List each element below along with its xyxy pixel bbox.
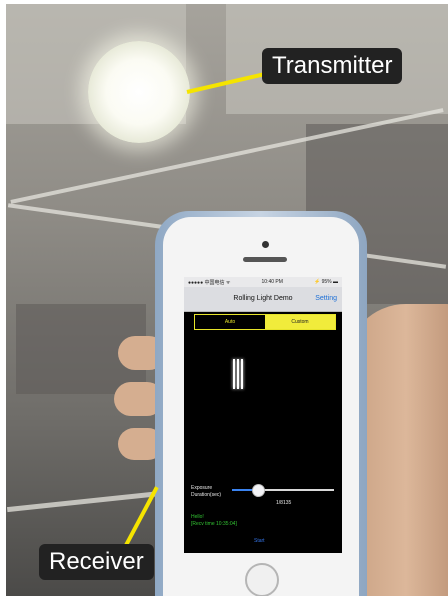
exposure-label: Exposure Duration(sec) <box>191 485 221 499</box>
exposure-label-text: Exposure Duration(sec) <box>191 485 222 498</box>
transmitter-callout: Transmitter <box>262 48 403 84</box>
speaker-grille <box>243 257 287 262</box>
status-line: [Recv time 10:35:04] <box>191 521 237 527</box>
nav-bar: Rolling Light Demo Setting <box>184 287 342 312</box>
phone-screen: ●●●●● 中国电信 ᯤ 10:40 PM ⚡ 95% ▬ Rolling Li… <box>184 277 342 553</box>
rolling-light-stripes <box>233 359 245 389</box>
clock-text: 10:40 PM <box>261 279 283 285</box>
status-line: Hello! <box>191 514 204 520</box>
exposure-value: 1/8135 <box>276 500 292 506</box>
carrier-text: ●●●●● 中国电信 ᯤ <box>188 279 231 286</box>
phone: ●●●●● 中国电信 ᯤ 10:40 PM ⚡ 95% ▬ Rolling Li… <box>155 211 367 596</box>
start-button[interactable]: Start <box>254 538 265 544</box>
home-button[interactable] <box>245 563 279 596</box>
tab-custom[interactable]: Custom <box>265 315 335 329</box>
setting-button[interactable]: Setting <box>315 295 337 302</box>
photo-scene: ●●●●● 中国电信 ᯤ 10:40 PM ⚡ 95% ▬ Rolling Li… <box>6 4 448 596</box>
phone-face: ●●●●● 中国电信 ᯤ 10:40 PM ⚡ 95% ▬ Rolling Li… <box>163 217 359 596</box>
receive-status: Hello! [Recv time 10:35:04] <box>191 514 237 528</box>
battery-text: ⚡ 95% ▬ <box>313 279 338 285</box>
exposure-slider-knob[interactable] <box>251 484 265 497</box>
mode-segmented-control: Auto Custom <box>194 314 336 330</box>
status-bar: ●●●●● 中国电信 ᯤ 10:40 PM ⚡ 95% ▬ <box>184 277 342 287</box>
receiver-callout: Receiver <box>39 544 154 580</box>
camera-icon <box>262 241 269 248</box>
transmitter-light <box>88 41 190 143</box>
tab-auto[interactable]: Auto <box>195 315 265 329</box>
